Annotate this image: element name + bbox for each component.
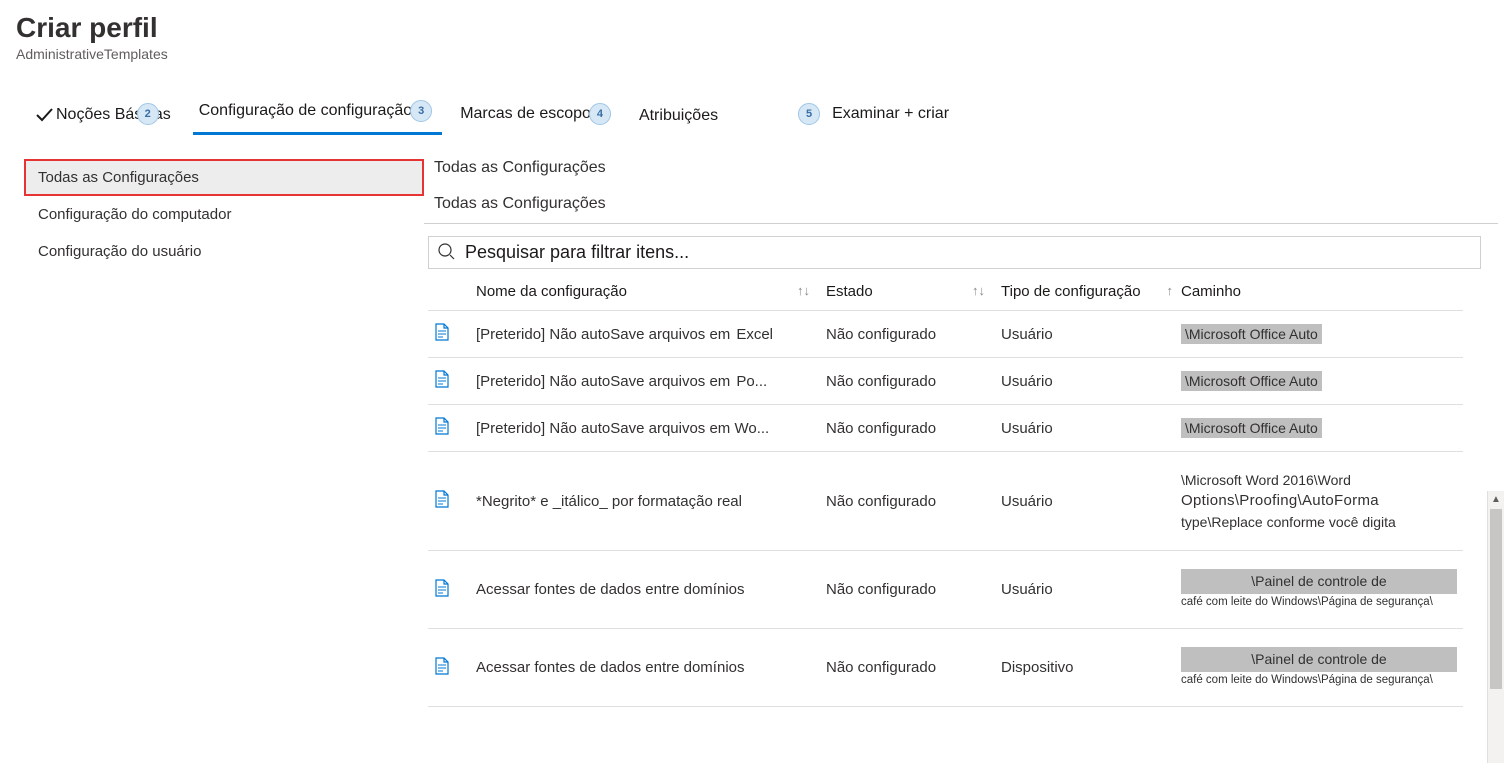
cell-path: \Microsoft Office Auto xyxy=(1175,405,1463,452)
cell-type: Usuário xyxy=(995,358,1175,405)
breadcrumb-1: Todas as Configurações xyxy=(434,159,1498,177)
cell-path: \Microsoft Office Auto xyxy=(1175,358,1463,405)
col-state-label: Estado xyxy=(826,283,873,300)
step-number-icon: 2 xyxy=(137,103,159,125)
cell-path: \Microsoft Word 2016\WordOptions\Proofin… xyxy=(1175,452,1463,551)
cell-name: Acessar fontes de dados entre domínios xyxy=(470,629,820,707)
cell-name: Acessar fontes de dados entre domínios xyxy=(470,551,820,629)
cell-state: Não configurado xyxy=(820,405,995,452)
step-review[interactable]: 5 Examinar + criar xyxy=(792,97,959,135)
col-type[interactable]: Tipo de configuração ↑ xyxy=(995,269,1175,311)
cell-type: Usuário xyxy=(995,551,1175,629)
check-icon xyxy=(34,105,54,125)
divider xyxy=(424,223,1498,224)
col-name[interactable]: Nome da configuração ↑↓ xyxy=(470,269,820,311)
cell-state: Não configurado xyxy=(820,311,995,358)
step-number-icon: 5 xyxy=(798,103,820,125)
file-icon xyxy=(434,657,450,679)
cell-state: Não configurado xyxy=(820,452,995,551)
file-icon xyxy=(434,490,450,512)
breadcrumb-2: Todas as Configurações xyxy=(434,195,1498,213)
table-row[interactable]: Acessar fontes de dados entre domíniosNã… xyxy=(428,551,1463,629)
sort-icon: ↑↓ xyxy=(972,283,985,298)
cell-path: \Painel de controle decafé com leite do … xyxy=(1175,629,1463,707)
step-label: Atribuições xyxy=(639,107,718,125)
cell-type: Usuário xyxy=(995,452,1175,551)
cell-name: *Negrito* e _itálico_ por formatação rea… xyxy=(470,452,820,551)
col-name-label: Nome da configuração xyxy=(476,283,627,300)
cell-name: [Preterido] Não autoSave arquivos emExce… xyxy=(470,311,820,358)
table-row[interactable]: [Preterido] Não autoSave arquivos emExce… xyxy=(428,311,1463,358)
settings-table: Nome da configuração ↑↓ Estado ↑↓ Tipo d… xyxy=(428,269,1463,707)
search-box[interactable] xyxy=(428,236,1481,269)
step-number-icon: 4 xyxy=(589,103,611,125)
cell-type: Usuário xyxy=(995,311,1175,358)
file-icon xyxy=(434,323,450,345)
table-row[interactable]: Acessar fontes de dados entre domíniosNã… xyxy=(428,629,1463,707)
file-icon xyxy=(434,417,450,439)
page-title: Criar perfil xyxy=(16,12,1488,44)
page-subtitle: AdministrativeTemplates xyxy=(16,46,1488,62)
sort-icon: ↑↓ xyxy=(797,283,810,298)
step-label: Configuração de configuração xyxy=(199,102,412,120)
table-row[interactable]: [Preterido] Não autoSave arquivos em Wo.… xyxy=(428,405,1463,452)
wizard-steps: Noções Básicas 2 Configuração de configu… xyxy=(0,66,1504,135)
col-state[interactable]: Estado ↑↓ xyxy=(820,269,995,311)
cell-type: Usuário xyxy=(995,405,1175,452)
table-row[interactable]: *Negrito* e _itálico_ por formatação rea… xyxy=(428,452,1463,551)
settings-sidebar: Todas as Configurações Configuração do c… xyxy=(0,159,424,707)
col-type-label: Tipo de configuração xyxy=(1001,283,1141,300)
cell-state: Não configurado xyxy=(820,629,995,707)
file-icon xyxy=(434,579,450,601)
file-icon xyxy=(434,370,450,392)
step-assign[interactable]: Atribuições xyxy=(633,101,728,135)
search-icon xyxy=(437,242,463,263)
cell-state: Não configurado xyxy=(820,551,995,629)
cell-state: Não configurado xyxy=(820,358,995,405)
step-config[interactable]: Configuração de configuração 3 xyxy=(193,94,442,135)
cell-path: \Painel de controle decafé com leite do … xyxy=(1175,551,1463,629)
sidebar-item-computer[interactable]: Configuração do computador xyxy=(24,196,424,233)
cell-name: [Preterido] Não autoSave arquivos em Wo.… xyxy=(470,405,820,452)
step-number-icon: 3 xyxy=(410,100,432,122)
col-path-label: Caminho xyxy=(1181,283,1241,300)
cell-path: \Microsoft Office Auto xyxy=(1175,311,1463,358)
step-basics[interactable]: Noções Básicas 2 xyxy=(28,99,181,135)
col-path[interactable]: Caminho xyxy=(1175,269,1463,311)
table-row[interactable]: [Preterido] Não autoSave arquivos emPo..… xyxy=(428,358,1463,405)
scroll-thumb[interactable] xyxy=(1490,509,1502,689)
cell-type: Dispositivo xyxy=(995,629,1175,707)
sidebar-item-all[interactable]: Todas as Configurações xyxy=(24,159,424,196)
step-label: Examinar + criar xyxy=(832,105,949,123)
scroll-up-icon[interactable]: ▲ xyxy=(1488,491,1504,507)
sort-icon: ↑ xyxy=(1167,283,1174,298)
sidebar-item-user[interactable]: Configuração do usuário xyxy=(24,233,424,270)
scrollbar[interactable]: ▲ xyxy=(1487,491,1504,763)
cell-name: [Preterido] Não autoSave arquivos emPo..… xyxy=(470,358,820,405)
step-label: Marcas de escopo xyxy=(460,105,591,123)
step-scope[interactable]: Marcas de escopo 4 xyxy=(454,97,621,135)
main-panel: Todas as Configurações Todas as Configur… xyxy=(424,159,1504,707)
search-input[interactable] xyxy=(463,241,1472,264)
